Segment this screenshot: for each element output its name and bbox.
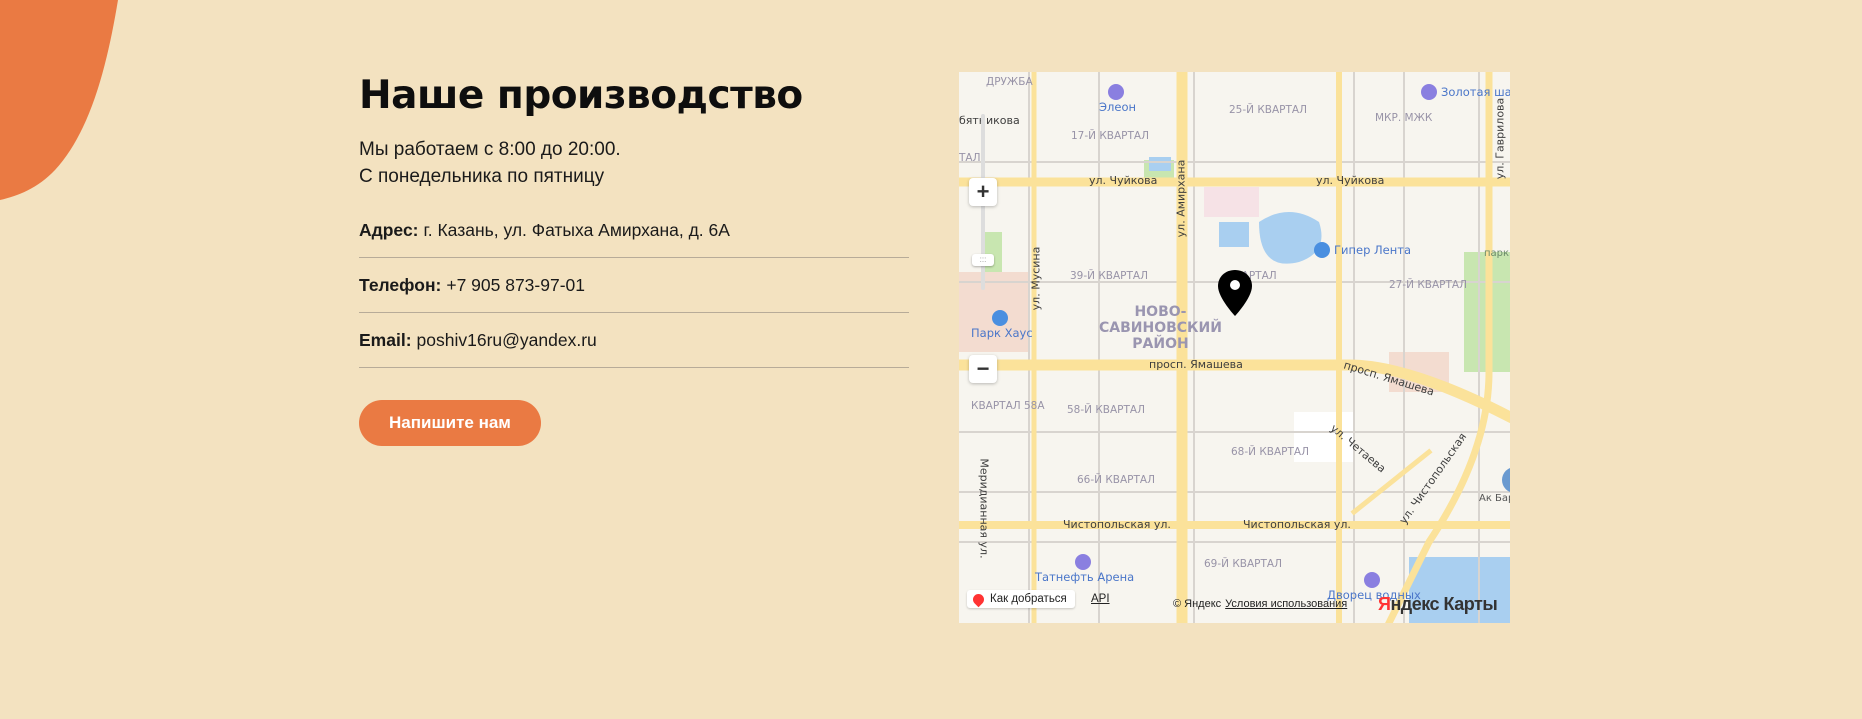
route-label: Как добраться bbox=[990, 593, 1067, 605]
street-label: Чистопольская ул. bbox=[1063, 518, 1171, 531]
street-label: бятникова bbox=[959, 114, 1020, 127]
address-row: Адрес: г. Казань, ул. Фатыха Амирхана, д… bbox=[359, 203, 909, 258]
poi-park[interactable]: парк bbox=[1484, 248, 1509, 259]
poi-eleon[interactable]: Элеон bbox=[1099, 84, 1136, 114]
email-row: Email: poshiv16ru@yandex.ru bbox=[359, 313, 909, 368]
hours-line: Мы работаем с 8:00 до 20:00. bbox=[359, 139, 621, 160]
map-copyright: © Яндекс Условия использования bbox=[1173, 598, 1347, 610]
write-us-button[interactable]: Напишите нам bbox=[359, 400, 541, 446]
email-value[interactable]: poshiv16ru@yandex.ru bbox=[417, 330, 597, 351]
map-base bbox=[959, 72, 1510, 623]
poi-icon bbox=[1314, 242, 1330, 258]
phone-value[interactable]: +7 905 873-97-01 bbox=[446, 275, 585, 296]
poi-tatneft-arena[interactable]: Татнефть Арена bbox=[1035, 554, 1134, 584]
district-line: САВИНОВСКИЙ bbox=[1099, 320, 1222, 336]
map-block-label: 25-Й КВАРТАЛ bbox=[1229, 104, 1308, 116]
address-value: г. Казань, ул. Фатыха Амирхана, д. 6А bbox=[423, 219, 730, 240]
district-line: РАЙОН bbox=[1132, 336, 1189, 352]
poi-icon bbox=[1107, 84, 1124, 100]
email-label: Email: bbox=[359, 329, 412, 350]
contacts-list: Адрес: г. Казань, ул. Фатыха Амирхана, д… bbox=[359, 203, 909, 368]
map-block-label: 17-Й КВАРТАЛ bbox=[1071, 130, 1150, 142]
map-block-label: 66-Й КВАРТАЛ bbox=[1077, 474, 1156, 486]
zoom-out-icon[interactable]: − bbox=[969, 355, 997, 383]
street-label: Чистопольская ул. bbox=[1243, 518, 1351, 531]
api-link[interactable]: API bbox=[1091, 593, 1110, 605]
street-label: Меридианная ул. bbox=[977, 458, 991, 559]
page-title: Наше производство bbox=[359, 73, 803, 118]
poi-zolotaya-shaiba[interactable]: Золотая шайба bbox=[1421, 84, 1510, 100]
address-label: Адрес: bbox=[359, 219, 419, 240]
location-pin-icon[interactable] bbox=[1218, 270, 1252, 316]
map-block-label: 68-Й КВАРТАЛ bbox=[1231, 446, 1310, 458]
poi-label: Ак Барс Арена bbox=[1479, 493, 1510, 504]
street-label: ул. Гаврилова bbox=[1493, 97, 1507, 180]
yandex-maps-logo[interactable]: Яндекс Карты bbox=[1378, 594, 1498, 615]
map-block-label: КВАРТАЛ 58А bbox=[971, 400, 1045, 412]
poi-icon bbox=[1421, 84, 1437, 100]
terms-link[interactable]: Условия использования bbox=[1225, 598, 1347, 610]
zoom-in-icon[interactable]: + bbox=[969, 178, 997, 206]
poi-icon bbox=[991, 310, 1008, 326]
map-block-label: 69-Й КВАРТАЛ bbox=[1204, 558, 1283, 570]
poi-label: Парк Хаус bbox=[971, 326, 1033, 340]
days-line: С понедельника по пятницу bbox=[359, 166, 605, 187]
route-button[interactable]: Как добраться bbox=[967, 590, 1075, 608]
street-label: ул. Чуйкова bbox=[1089, 174, 1158, 187]
map-block-label: МКР. МЖК bbox=[1375, 112, 1433, 124]
poi-label: Гипер Лента bbox=[1334, 243, 1412, 257]
poi-icon bbox=[1502, 467, 1510, 493]
yandex-map[interactable]: ДРУЖБА 17-Й КВАРТАЛ 25-Й КВАРТАЛ МКР. МЖ… bbox=[959, 72, 1510, 623]
poi-ak-bars-arena[interactable]: Ак Барс Арена bbox=[1479, 467, 1510, 504]
poi-park-haus[interactable]: Парк Хаус bbox=[971, 310, 1033, 340]
street-label: ул. Чуйкова bbox=[1316, 174, 1385, 187]
yandex-logo-text: ндекс Карты bbox=[1390, 594, 1498, 614]
district-label: НОВО- САВИНОВСКИЙ РАЙОН bbox=[1099, 304, 1222, 352]
zoom-slider-thumb[interactable]: ::: bbox=[972, 254, 994, 266]
phone-row: Телефон: +7 905 873-97-01 bbox=[359, 258, 909, 313]
map-block-label: 27-Й КВАРТАЛ bbox=[1389, 279, 1468, 291]
poi-icon bbox=[1074, 554, 1091, 570]
poi-label: Татнефть Арена bbox=[1035, 570, 1135, 584]
phone-label: Телефон: bbox=[359, 274, 442, 295]
poi-label: парк bbox=[1484, 248, 1510, 259]
street-label: ул. Мусина bbox=[1029, 246, 1043, 311]
map-block-label: 58-Й КВАРТАЛ bbox=[1067, 404, 1146, 416]
poi-giper-lenta[interactable]: Гипер Лента bbox=[1314, 242, 1411, 258]
work-hours: Мы работаем с 8:00 до 20:00. С понедельн… bbox=[359, 136, 909, 190]
copyright-text: © Яндекс bbox=[1173, 598, 1222, 610]
poi-label: Золотая шайба bbox=[1441, 85, 1510, 99]
poi-icon bbox=[1363, 572, 1380, 588]
street-label: ул. Амирхана bbox=[1174, 159, 1188, 238]
production-info: Наше производство Мы работаем с 8:00 до … bbox=[359, 70, 909, 446]
yandex-logo-letter: Я bbox=[1378, 594, 1391, 614]
map-block-label: ДРУЖБА bbox=[986, 76, 1033, 88]
poi-label: Элеон bbox=[1099, 100, 1137, 114]
route-pin-icon bbox=[970, 591, 987, 607]
district-line: НОВО- bbox=[1134, 304, 1187, 320]
map-block-label: 39-Й КВАРТАЛ bbox=[1070, 270, 1149, 282]
map-block-label: ТАЛ bbox=[959, 152, 981, 164]
street-label: просп. Ямашева bbox=[1149, 358, 1243, 371]
decorative-blob bbox=[0, 0, 118, 200]
